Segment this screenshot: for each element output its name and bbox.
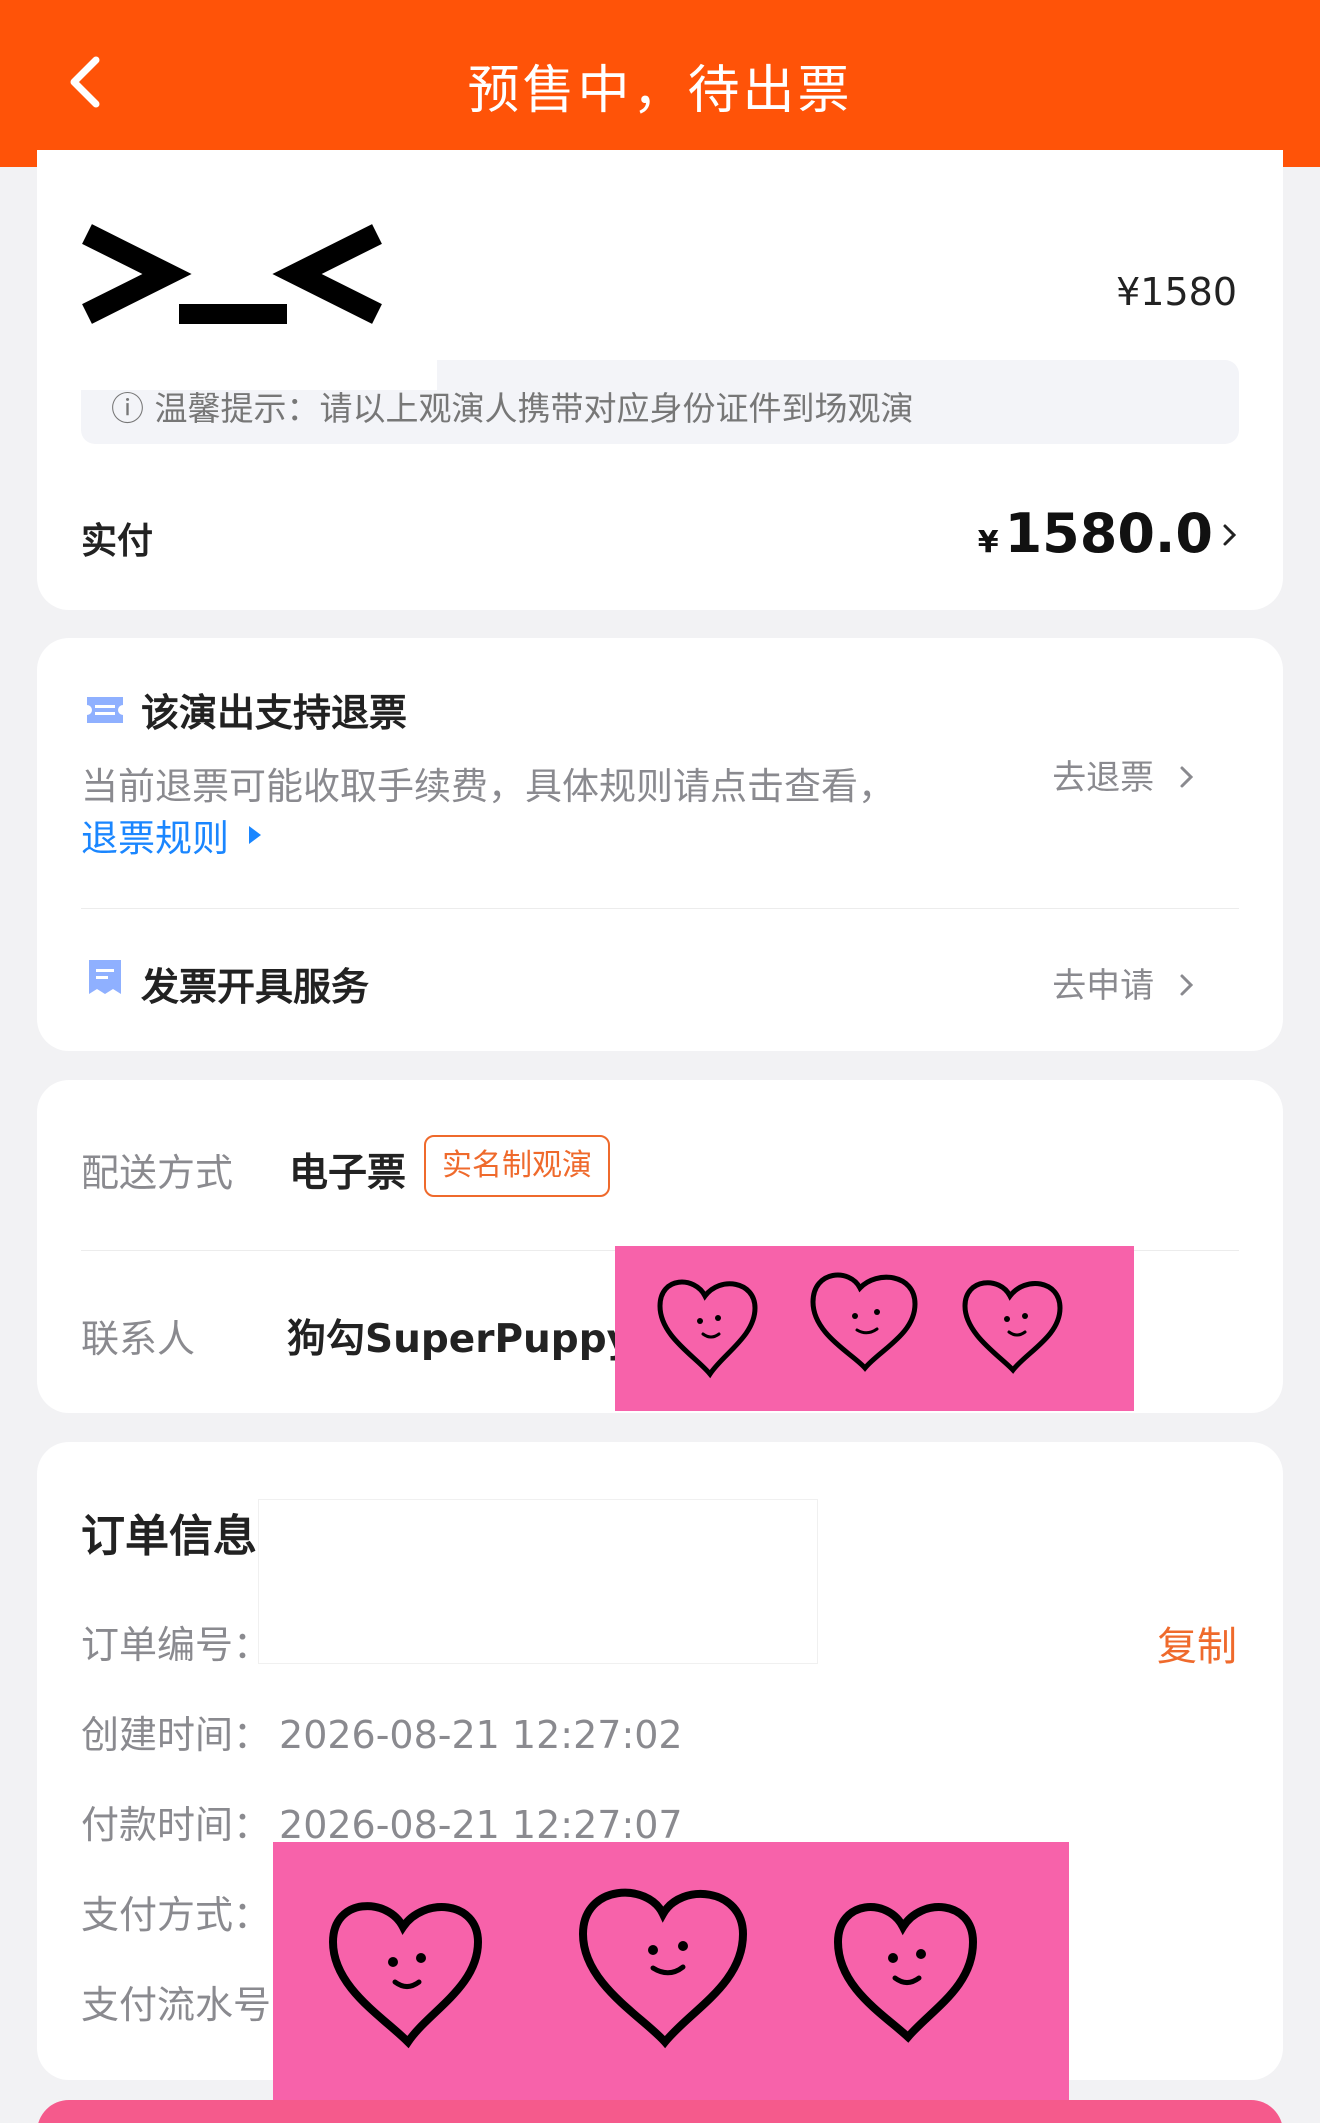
caret-right-icon[interactable] xyxy=(247,824,263,846)
order-number-redaction xyxy=(258,1499,818,1664)
payment-method-label: 支付方式： xyxy=(81,1893,272,1937)
refund-title: 该演出支持退票 xyxy=(141,691,408,735)
ticket-summary-card: ⓘ 温馨提示：请以上观演人携带对应身份证件到场观演 ¥1580 实付 ¥1580… xyxy=(37,150,1283,610)
created-time-row: 创建时间： 2026-08-21 12:27:02 xyxy=(81,1704,683,1759)
page-title: 预售中，待出票 xyxy=(467,61,853,121)
chevron-right-icon xyxy=(1180,974,1194,996)
go-apply-button[interactable]: 去申请 xyxy=(1052,958,1195,1007)
order-info-card: 订单信息 复制 订单编号： 创建时间： 2026-08-21 12:27:02 付… xyxy=(37,1442,1283,2102)
copy-button[interactable]: 复制 xyxy=(1157,1614,1237,1672)
paid-amount-value: 1580.0 xyxy=(1004,502,1213,565)
go-refund-label: 去退票 xyxy=(1052,758,1155,798)
refund-description: 当前退票可能收取手续费，具体规则请点击查看， xyxy=(81,765,895,808)
order-info-title: 订单信息 xyxy=(81,1511,257,1562)
chevron-right-icon xyxy=(1180,766,1194,788)
order-number-row: 订单编号： xyxy=(81,1614,279,1669)
transaction-id-row: 支付流水号 xyxy=(81,1974,279,2029)
order-number-label: 订单编号： xyxy=(81,1623,272,1667)
contact-label: 联系人 xyxy=(81,1317,196,1361)
go-refund-button[interactable]: 去退票 xyxy=(1052,750,1195,799)
contact-value: 狗勾SuperPuppy xyxy=(287,1317,633,1362)
squint-face-icon xyxy=(82,224,382,324)
heart-faces-sticker-large xyxy=(273,1842,1069,2102)
currency-symbol: ¥ xyxy=(977,525,999,560)
paid-amount[interactable]: ¥1580.0 xyxy=(978,502,1213,565)
delivery-card: 配送方式 电子票 实名制观演 联系人 狗勾SuperPuppy xyxy=(37,1080,1283,1413)
payment-method-row: 支付方式： xyxy=(81,1884,279,1939)
heart-faces-sticker xyxy=(615,1246,1134,1411)
go-apply-label: 去申请 xyxy=(1052,966,1155,1006)
created-time-label: 创建时间： xyxy=(81,1713,272,1757)
paid-time-row: 付款时间： 2026-08-21 12:27:07 xyxy=(81,1794,683,1849)
services-card: 该演出支持退票 当前退票可能收取手续费，具体规则请点击查看， 退票规则 去退票 … xyxy=(37,638,1283,1051)
created-time-value: 2026-08-21 12:27:02 xyxy=(279,1713,683,1757)
paid-time-label: 付款时间： xyxy=(81,1803,272,1847)
bottom-banner-edge xyxy=(37,2100,1283,2123)
unit-price: ¥1580 xyxy=(1116,270,1237,314)
paid-label: 实付 xyxy=(81,521,154,562)
delivery-value: 电子票 xyxy=(289,1151,407,1196)
header-bar: 预售中，待出票 xyxy=(0,0,1320,167)
realname-badge: 实名制观演 xyxy=(424,1135,610,1197)
chevron-right-icon[interactable] xyxy=(1221,520,1239,550)
delivery-label: 配送方式 xyxy=(81,1151,234,1195)
ticket-icon xyxy=(87,697,123,723)
invoice-title: 发票开具服务 xyxy=(141,965,370,1009)
invoice-icon xyxy=(89,960,121,994)
transaction-id-label: 支付流水号 xyxy=(81,1983,272,2027)
divider xyxy=(81,908,1239,909)
paid-time-value: 2026-08-21 12:27:07 xyxy=(279,1803,683,1847)
refund-rules-link[interactable]: 退票规则 xyxy=(81,808,229,862)
